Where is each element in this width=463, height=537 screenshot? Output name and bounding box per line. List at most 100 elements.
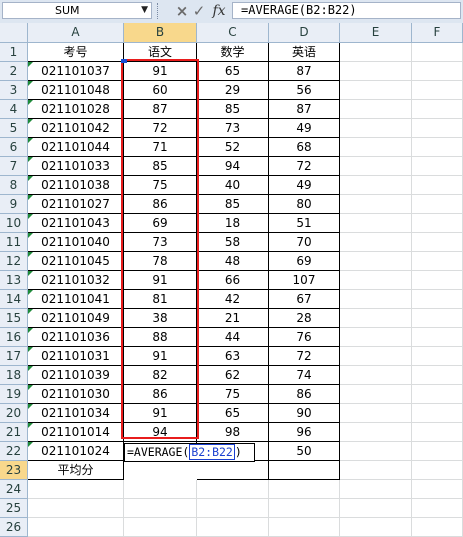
empty-cell[interactable]	[412, 43, 463, 62]
table-cell[interactable]: 73	[197, 119, 269, 138]
table-cell[interactable]: 78	[124, 252, 197, 271]
row-header[interactable]: 14	[0, 290, 28, 309]
table-cell[interactable]: 86	[124, 385, 197, 404]
row-header[interactable]: 8	[0, 176, 28, 195]
table-cell[interactable]: 56	[269, 81, 340, 100]
table-cell[interactable]: 96	[269, 423, 340, 442]
table-cell[interactable]: 021101034	[28, 404, 124, 423]
table-cell[interactable]: 28	[269, 309, 340, 328]
table-cell[interactable]: 49	[269, 119, 340, 138]
empty-cell[interactable]	[412, 233, 463, 252]
table-cell[interactable]: 66	[197, 271, 269, 290]
table-cell[interactable]: 91	[124, 271, 197, 290]
table-cell[interactable]: 021101033	[28, 157, 124, 176]
empty-cell[interactable]	[412, 347, 463, 366]
empty-cell[interactable]	[412, 214, 463, 233]
empty-cell[interactable]	[412, 271, 463, 290]
table-cell[interactable]: 58	[197, 233, 269, 252]
empty-cell[interactable]	[340, 138, 412, 157]
table-cell[interactable]: 021101045	[28, 252, 124, 271]
empty-cell[interactable]	[412, 62, 463, 81]
empty-cell[interactable]	[412, 328, 463, 347]
table-cell[interactable]: 40	[197, 176, 269, 195]
table-cell[interactable]: 76	[269, 328, 340, 347]
table-header-cell[interactable]: 考号	[28, 43, 124, 62]
empty-cell[interactable]	[340, 423, 412, 442]
table-cell[interactable]: 87	[269, 100, 340, 119]
empty-cell[interactable]	[412, 442, 463, 461]
table-cell[interactable]: 73	[124, 233, 197, 252]
empty-cell[interactable]	[340, 328, 412, 347]
column-header-c[interactable]: C	[197, 23, 269, 43]
table-cell[interactable]: 021101039	[28, 366, 124, 385]
table-cell[interactable]: 48	[197, 252, 269, 271]
table-cell[interactable]: 74	[269, 366, 340, 385]
row-header[interactable]: 25	[0, 499, 28, 518]
table-cell[interactable]: 75	[197, 385, 269, 404]
column-header-f[interactable]: F	[412, 23, 463, 43]
row-header[interactable]: 5	[0, 119, 28, 138]
empty-cell[interactable]	[340, 309, 412, 328]
table-cell[interactable]: 021101024	[28, 442, 124, 461]
table-cell[interactable]: 91	[124, 404, 197, 423]
table-cell[interactable]	[197, 461, 269, 480]
empty-cell[interactable]	[340, 442, 412, 461]
empty-cell[interactable]	[340, 176, 412, 195]
table-cell[interactable]: 021101032	[28, 271, 124, 290]
table-cell[interactable]: 71	[124, 138, 197, 157]
empty-cell[interactable]	[269, 480, 340, 499]
empty-cell[interactable]	[340, 366, 412, 385]
table-cell[interactable]: 91	[124, 62, 197, 81]
empty-cell[interactable]	[412, 176, 463, 195]
row-header[interactable]: 9	[0, 195, 28, 214]
empty-cell[interactable]	[340, 100, 412, 119]
table-cell[interactable]: 021101037	[28, 62, 124, 81]
empty-cell[interactable]	[197, 480, 269, 499]
formula-input[interactable]: =AVERAGE(B2:B22)	[232, 2, 461, 19]
active-cell-editor[interactable]: =AVERAGE(B2:B22)	[124, 443, 255, 462]
table-cell[interactable]: 75	[124, 176, 197, 195]
table-cell[interactable]: 021101042	[28, 119, 124, 138]
table-cell[interactable]: 21	[197, 309, 269, 328]
table-cell[interactable]: 021101031	[28, 347, 124, 366]
empty-cell[interactable]	[28, 480, 124, 499]
table-cell[interactable]: 70	[269, 233, 340, 252]
table-cell[interactable]: 81	[124, 290, 197, 309]
row-header[interactable]: 22	[0, 442, 28, 461]
table-cell[interactable]: 69	[269, 252, 340, 271]
empty-cell[interactable]	[340, 271, 412, 290]
table-cell[interactable]: 72	[124, 119, 197, 138]
table-cell[interactable]: 72	[269, 157, 340, 176]
empty-cell[interactable]	[412, 195, 463, 214]
row-header[interactable]: 18	[0, 366, 28, 385]
row-header[interactable]: 1	[0, 43, 28, 62]
empty-cell[interactable]	[412, 480, 463, 499]
empty-cell[interactable]	[340, 81, 412, 100]
row-header[interactable]: 17	[0, 347, 28, 366]
empty-cell[interactable]	[340, 480, 412, 499]
table-cell[interactable]: 52	[197, 138, 269, 157]
table-cell[interactable]: 021101048	[28, 81, 124, 100]
table-cell[interactable]: 63	[197, 347, 269, 366]
row-header[interactable]: 2	[0, 62, 28, 81]
empty-cell[interactable]	[340, 119, 412, 138]
row-header[interactable]: 24	[0, 480, 28, 499]
empty-cell[interactable]	[340, 157, 412, 176]
table-cell[interactable]: 021101038	[28, 176, 124, 195]
table-cell[interactable]: 021101040	[28, 233, 124, 252]
row-header[interactable]: 13	[0, 271, 28, 290]
empty-cell[interactable]	[412, 499, 463, 518]
empty-cell[interactable]	[197, 499, 269, 518]
table-cell[interactable]: 38	[124, 309, 197, 328]
empty-cell[interactable]	[340, 290, 412, 309]
name-box[interactable]: SUM ▼	[2, 2, 152, 19]
table-cell[interactable]: 021101028	[28, 100, 124, 119]
table-cell[interactable]: 29	[197, 81, 269, 100]
table-cell[interactable]: 021101014	[28, 423, 124, 442]
table-cell[interactable]: 65	[197, 62, 269, 81]
empty-cell[interactable]	[340, 43, 412, 62]
table-cell[interactable]: 80	[269, 195, 340, 214]
empty-cell[interactable]	[412, 157, 463, 176]
table-cell[interactable]: 60	[124, 81, 197, 100]
empty-cell[interactable]	[340, 195, 412, 214]
